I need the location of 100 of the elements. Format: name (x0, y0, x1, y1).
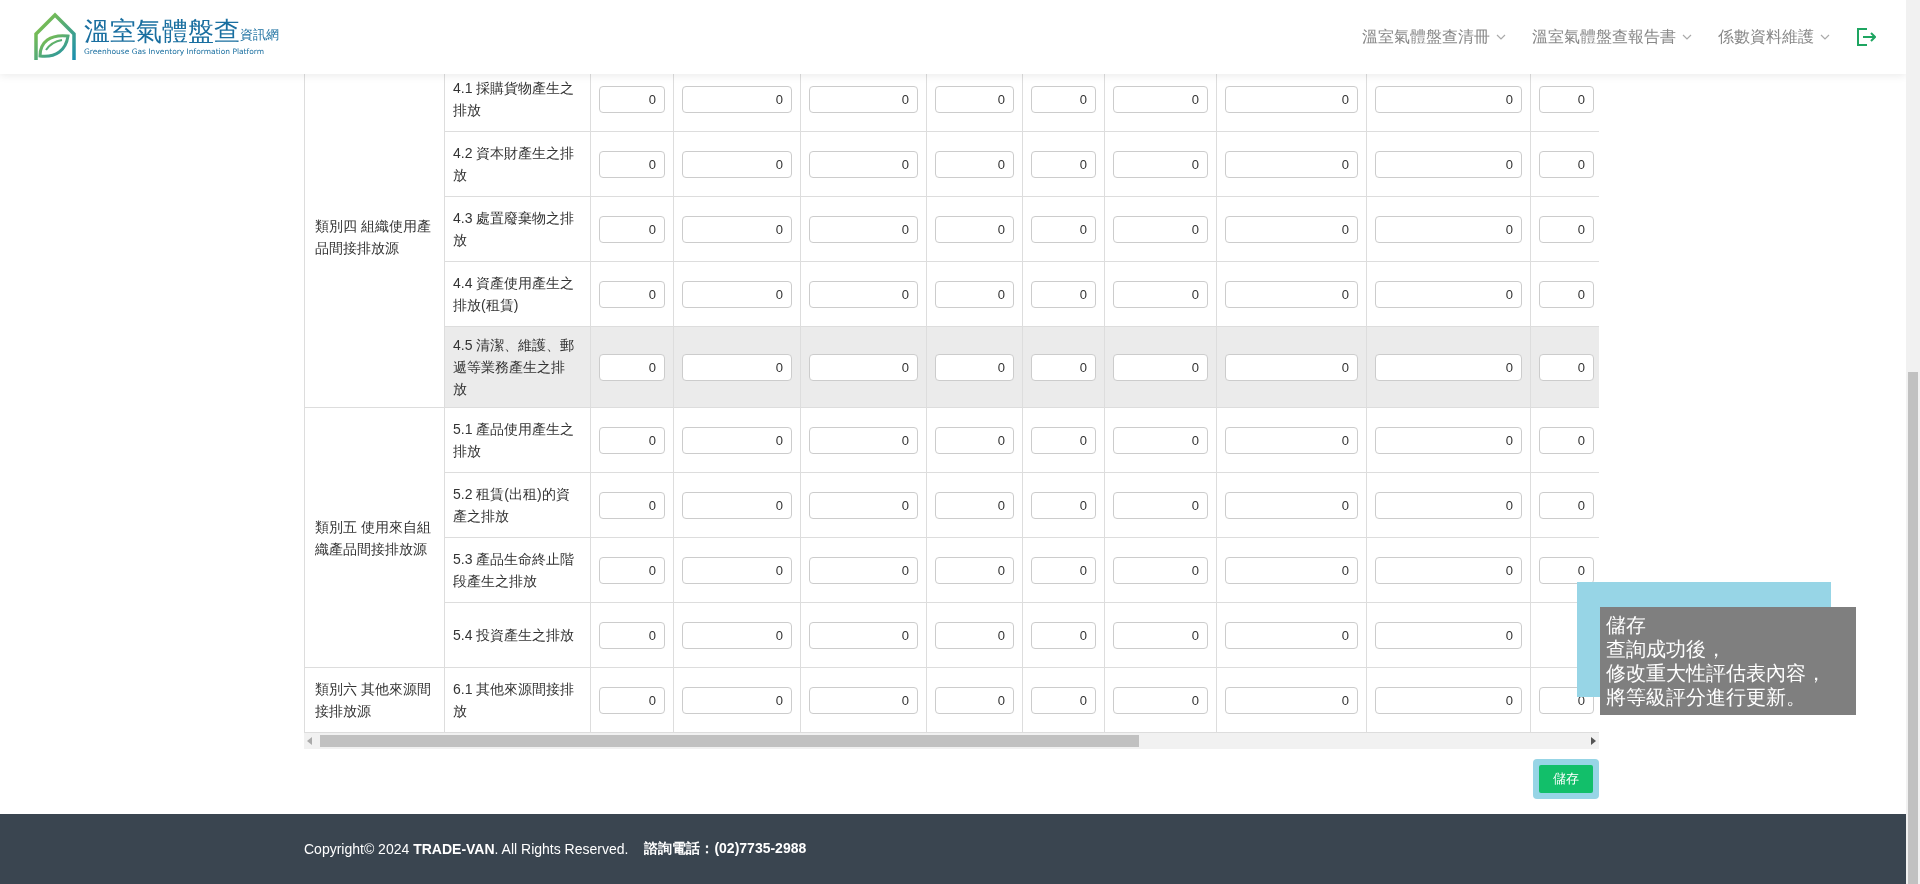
number-input[interactable]: 0 (809, 621, 918, 649)
number-input[interactable]: 0 (1225, 215, 1358, 243)
number-input[interactable]: 0 (935, 426, 1014, 454)
nav-menu-item[interactable]: 係數資料維護 (1718, 26, 1830, 48)
number-input[interactable]: 0 (682, 491, 792, 519)
number-input[interactable]: 0 (1113, 491, 1208, 519)
number-input[interactable]: 0 (809, 85, 918, 113)
scroll-right-icon[interactable] (1591, 737, 1596, 745)
nav-menu-item[interactable]: 溫室氣體盤查報告書 (1532, 26, 1692, 48)
number-input[interactable]: 0 (809, 686, 918, 714)
number-input[interactable]: 0 (682, 280, 792, 308)
number-input[interactable]: 0 (1113, 280, 1208, 308)
number-input[interactable]: 0 (809, 280, 918, 308)
number-input[interactable]: 0 (1113, 686, 1208, 714)
number-input[interactable]: 0 (935, 85, 1014, 113)
number-input[interactable]: 0 (1539, 215, 1594, 243)
number-input[interactable]: 0 (682, 215, 792, 243)
number-input[interactable]: 0 (1539, 556, 1594, 584)
number-input[interactable]: 0 (1031, 491, 1096, 519)
number-input[interactable]: 0 (935, 150, 1014, 178)
number-input[interactable]: 0 (1375, 491, 1522, 519)
nav-menu-item[interactable]: 溫室氣體盤查清冊 (1362, 26, 1506, 48)
number-input[interactable]: 0 (1113, 426, 1208, 454)
number-input[interactable]: 0 (809, 491, 918, 519)
number-input[interactable]: 0 (682, 85, 792, 113)
number-input[interactable]: 0 (1539, 150, 1594, 178)
number-input[interactable]: 0 (1113, 556, 1208, 584)
number-input[interactable]: 0 (1113, 85, 1208, 113)
number-input[interactable]: 0 (1225, 491, 1358, 519)
number-input[interactable]: 0 (1031, 280, 1096, 308)
number-input[interactable]: 0 (809, 556, 918, 584)
number-input[interactable]: 0 (1113, 215, 1208, 243)
number-input[interactable]: 0 (599, 621, 665, 649)
number-input[interactable]: 0 (1225, 686, 1358, 714)
number-input[interactable]: 0 (1225, 353, 1358, 381)
number-input[interactable]: 0 (1539, 491, 1594, 519)
number-input[interactable]: 0 (1031, 215, 1096, 243)
number-input[interactable]: 0 (682, 353, 792, 381)
number-input[interactable]: 0 (1375, 280, 1522, 308)
number-input[interactable]: 0 (1113, 353, 1208, 381)
number-input[interactable]: 0 (935, 686, 1014, 714)
number-input[interactable]: 0 (935, 491, 1014, 519)
number-input[interactable]: 0 (1375, 426, 1522, 454)
number-input[interactable]: 0 (599, 556, 665, 584)
vertical-scrollbar[interactable] (1906, 0, 1920, 884)
horizontal-scrollbar[interactable] (304, 733, 1599, 749)
number-input[interactable]: 0 (599, 686, 665, 714)
scroll-left-icon[interactable] (307, 737, 312, 745)
logout-icon[interactable] (1856, 28, 1876, 46)
number-input[interactable]: 0 (682, 686, 792, 714)
number-input[interactable]: 0 (1375, 556, 1522, 584)
number-input[interactable]: 0 (1225, 85, 1358, 113)
number-input[interactable]: 0 (599, 215, 665, 243)
number-input[interactable]: 0 (1375, 686, 1522, 714)
number-input[interactable]: 0 (682, 150, 792, 178)
number-input[interactable]: 0 (1375, 85, 1522, 113)
number-input[interactable]: 0 (935, 556, 1014, 584)
number-input[interactable]: 0 (1539, 85, 1594, 113)
number-input[interactable]: 0 (1031, 353, 1096, 381)
number-input[interactable]: 0 (599, 491, 665, 519)
number-input[interactable]: 0 (1031, 426, 1096, 454)
number-input[interactable]: 0 (1539, 280, 1594, 308)
number-input[interactable]: 0 (935, 215, 1014, 243)
number-input[interactable]: 0 (1225, 280, 1358, 308)
number-input[interactable]: 0 (1375, 621, 1522, 649)
number-input[interactable]: 0 (1031, 85, 1096, 113)
number-input[interactable]: 0 (682, 556, 792, 584)
number-input[interactable]: 0 (809, 426, 918, 454)
number-input[interactable]: 0 (599, 353, 665, 381)
number-input[interactable]: 0 (935, 621, 1014, 649)
scrollbar-thumb[interactable] (320, 735, 1139, 747)
number-input[interactable]: 0 (1031, 150, 1096, 178)
number-input[interactable]: 0 (1375, 353, 1522, 381)
number-input[interactable]: 0 (809, 215, 918, 243)
number-input[interactable]: 0 (935, 280, 1014, 308)
number-input[interactable]: 0 (682, 621, 792, 649)
number-input[interactable]: 0 (1113, 621, 1208, 649)
number-input[interactable]: 0 (1539, 426, 1594, 454)
number-input[interactable]: 0 (1225, 426, 1358, 454)
number-input[interactable]: 0 (1225, 621, 1358, 649)
number-input[interactable]: 0 (809, 150, 918, 178)
number-input[interactable]: 0 (1031, 556, 1096, 584)
number-input[interactable]: 0 (1375, 150, 1522, 178)
number-input[interactable]: 0 (1113, 150, 1208, 178)
number-input[interactable]: 0 (599, 426, 665, 454)
number-input[interactable]: 0 (1539, 353, 1594, 381)
number-input[interactable]: 0 (809, 353, 918, 381)
number-input[interactable]: 0 (1031, 686, 1096, 714)
tooltip-text: 查詢成功後， (1606, 637, 1727, 661)
number-input[interactable]: 0 (682, 426, 792, 454)
number-input[interactable]: 0 (599, 85, 665, 113)
number-input[interactable]: 0 (1031, 621, 1096, 649)
number-input[interactable]: 0 (1225, 556, 1358, 584)
number-input[interactable]: 0 (599, 280, 665, 308)
number-input[interactable]: 0 (935, 353, 1014, 381)
scrollbar-thumb[interactable] (1908, 372, 1918, 884)
number-input[interactable]: 0 (1225, 150, 1358, 178)
number-input[interactable]: 0 (1375, 215, 1522, 243)
number-input[interactable]: 0 (599, 150, 665, 178)
contact-phone: 諮詢電話：(02)7735-2988 (644, 840, 807, 858)
